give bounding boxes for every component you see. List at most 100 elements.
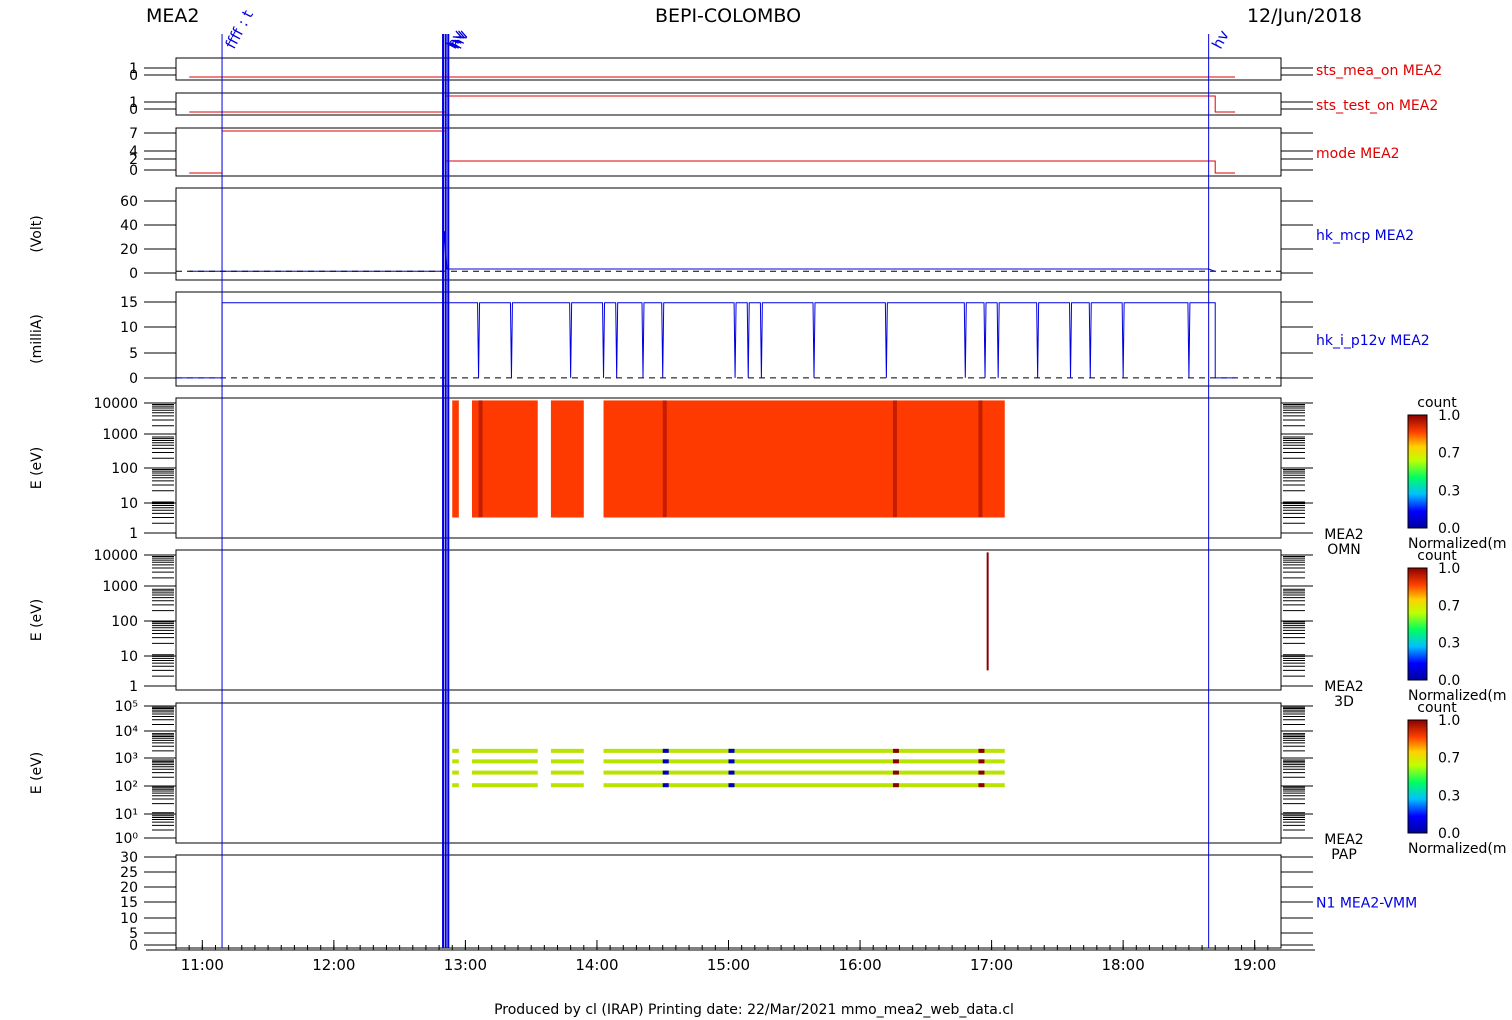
y-tick-label: 10000 [93,396,138,412]
colorbar-rect [1407,719,1428,834]
colorbar-tick-label: 1.0 [1438,561,1460,577]
y-tick-label: 0 [129,102,138,118]
pap-highlight [662,770,669,775]
colorbar-tick-label: 0.7 [1438,446,1460,462]
time-tick-label: 18:00 [1102,956,1145,974]
panel-name: MEA2 [1324,832,1363,848]
panel-name: MEA2 [1324,679,1363,695]
y-tick-label: 10¹ [115,807,138,823]
pap-highlight [978,759,985,764]
colorbar-tick-label: 0.0 [1438,521,1460,537]
spectrogram-band [892,400,897,518]
spectrogram-block [452,400,459,518]
instrument-label: MEA2 [146,5,199,27]
y-tick-label: 1 [129,526,138,542]
y-tick-label: 1 [129,679,138,695]
y-tick-label: 0 [129,371,138,387]
pap-strip [452,770,459,775]
y-tick-label: 0 [129,68,138,84]
pap-strip [550,759,584,764]
time-tick-label: 11:00 [181,956,224,974]
panel-name-sub: 3D [1334,694,1354,710]
colorbars-group: count1.00.70.30.0Normalized(mcount1.00.7… [1407,395,1507,857]
y-axis-label: (milliA) [29,314,45,364]
pap-highlight [662,759,669,764]
footer-text: Produced by cl (IRAP) Printing date: 22/… [494,1002,1014,1018]
panel-name-sub: PAP [1331,847,1357,863]
panel-9: 302520151050N1 MEA2-VMM [120,850,1417,954]
colorbar-tick-label: 0.0 [1438,826,1460,842]
pap-highlight [728,748,735,753]
spectrogram-band [978,400,983,518]
y-tick-label: 0 [129,266,138,282]
y-tick-label: 10 [120,320,138,336]
y-tick-label: 7 [129,126,138,142]
y-tick-label: 0 [129,938,138,954]
panel-name: hk_i_p12v MEA2 [1316,333,1430,349]
y-tick-label: 1000 [102,427,138,443]
panel-name: sts_test_on MEA2 [1316,98,1438,114]
y-tick-label: 5 [129,346,138,362]
date-label: 12/Jun/2018 [1247,5,1362,27]
chart-canvas: MEA2 BEPI-COLOMBO 12/Jun/2018 Produced b… [29,5,1507,1018]
y-tick-label: 1000 [102,579,138,595]
pap-highlight [978,783,985,788]
panel-frame [175,549,1282,691]
panel-name: N1 MEA2-VMM [1316,896,1417,912]
panel-frame [175,127,1282,177]
y-tick-label: 10³ [115,751,138,767]
panel-name-sub: OMN [1327,542,1361,558]
panel-4: 60 40 20 0 (Volt) hk_mcp MEA2 [29,187,1414,282]
y-tick-label: 30 [120,850,138,866]
pap-highlight [978,770,985,775]
y-tick-label: 10000 [93,548,138,564]
y-axis-label: E (eV) [29,599,45,641]
y-tick-label: 100 [111,461,138,477]
series-line [189,95,1235,113]
pap-strip [452,783,459,788]
y-axis-label: E (eV) [29,752,45,794]
panel-frame [175,187,1282,281]
spectrogram-band [478,400,483,518]
pap-strip [471,759,538,764]
y-tick-label: 10⁴ [115,724,139,740]
time-tick-label: 14:00 [575,956,618,974]
pap-highlight [728,759,735,764]
spectrogram-block [550,400,584,518]
colorbar-tick-label: 0.7 [1438,751,1460,767]
time-tick-label: 15:00 [707,956,750,974]
panel-name: mode MEA2 [1316,146,1400,162]
colorbar-tick-label: 0.7 [1438,598,1460,614]
pap-highlight [662,783,669,788]
panel-name: sts_mea_on MEA2 [1316,63,1442,79]
pap-strip [550,770,584,775]
mission-title: BEPI-COLOMBO [655,5,801,27]
pap-strip [471,748,538,753]
event-marker-label: hv [1208,27,1233,52]
panel-2: 10 sts_test_on MEA2 [129,92,1438,118]
pap-highlight [662,748,669,753]
panel-6: 10000 1000 100 10 1 E (eV) MEA2OMN [29,396,1364,558]
y-tick-label: 20 [120,242,138,258]
time-tick-label: 13:00 [444,956,487,974]
pap-highlight [728,770,735,775]
y-tick-label: 20 [120,880,138,896]
y-tick-label: 10 [120,496,138,512]
series-line [189,231,1216,272]
pap-highlight [728,783,735,788]
pap-highlight [892,759,899,764]
y-tick-label: 100 [111,614,138,630]
panels-group: 10 sts_mea_on MEA210 sts_test_on MEA27420m… [29,57,1442,954]
colorbar-tick-label: 1.0 [1438,713,1460,729]
pap-strip [452,759,459,764]
pap-strip [550,783,584,788]
pap-strip [471,770,538,775]
time-tick-label: 17:00 [970,956,1013,974]
y-tick-label: 40 [120,218,138,234]
y-tick-label: 25 [120,865,138,881]
panel-name: MEA2 [1324,527,1363,543]
colorbar-tick-label: 0.3 [1438,483,1460,499]
colorbar-rect [1407,414,1428,529]
panel-frame [175,854,1282,949]
y-tick-label: 60 [120,194,138,210]
